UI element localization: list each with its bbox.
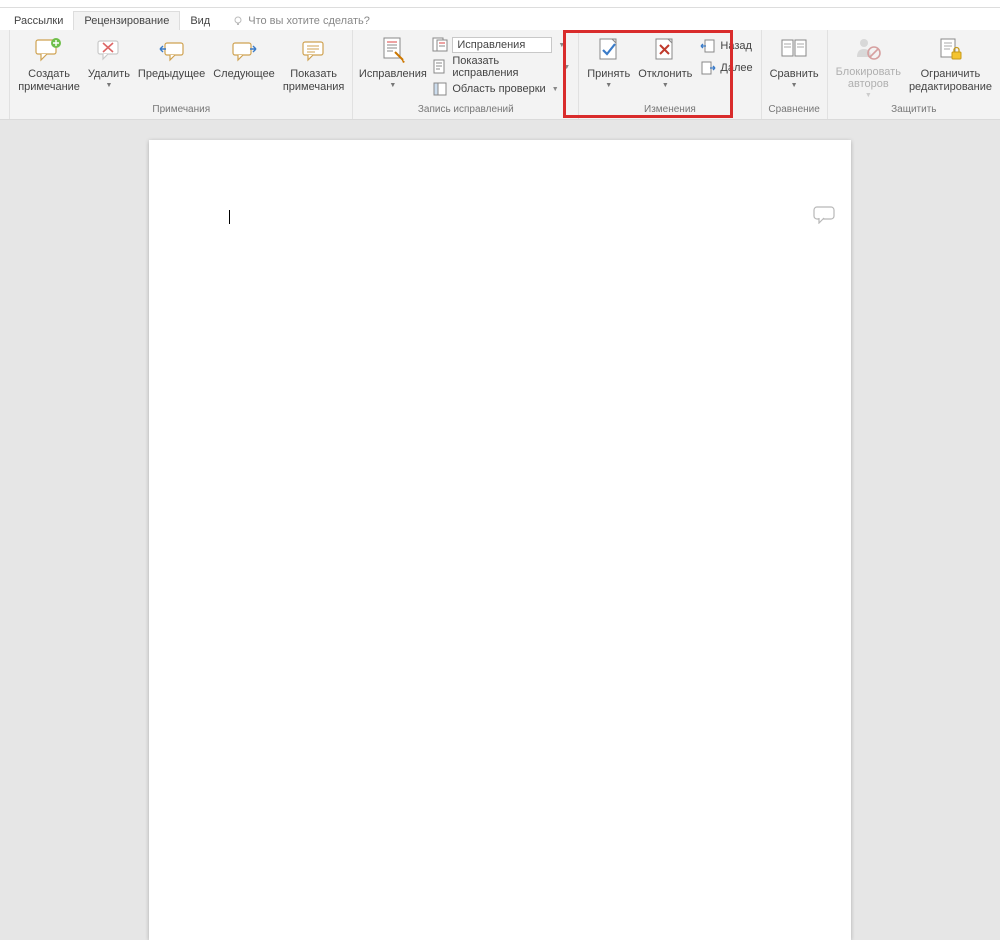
reject-icon [652, 34, 678, 66]
reject-label: Отклонить [638, 68, 692, 81]
delete-comment-button[interactable]: Удалить ▼ [84, 32, 134, 102]
tab-view[interactable]: Вид [180, 12, 220, 30]
display-for-review-dropdown[interactable]: Исправления ▼ [430, 35, 572, 55]
tab-review[interactable]: Рецензирование [73, 11, 180, 30]
chevron-down-icon: ▼ [791, 82, 798, 90]
previous-change-icon [700, 38, 716, 54]
group-changes-label: Изменения [583, 104, 756, 117]
chevron-down-icon: ▼ [558, 42, 565, 49]
group-comments: Создать примечание Удалить ▼ Предыдущее [10, 30, 353, 119]
reject-button[interactable]: Отклонить ▼ [634, 32, 696, 102]
block-authors-label: Блокировать авторов [836, 66, 901, 91]
accept-label: Принять [587, 68, 630, 81]
block-authors-button: Блокировать авторов ▼ [832, 32, 905, 102]
group-leading-cut [0, 30, 10, 119]
compare-button[interactable]: Сравнить ▼ [766, 32, 823, 102]
restrict-editing-button[interactable]: Ограничить редактирование [905, 32, 996, 102]
previous-change-button[interactable]: Назад [698, 36, 754, 56]
reviewing-pane-label: Область проверки [452, 83, 545, 95]
reviewing-pane-icon [432, 81, 448, 97]
group-changes: Принять ▼ Отклонить ▼ Назад [579, 30, 761, 119]
show-markup-icon [432, 59, 448, 75]
ribbon-tabs: Рассылки Рецензирование Вид Что вы хотит… [0, 8, 1000, 30]
block-authors-icon [854, 34, 882, 64]
next-comment-icon [230, 34, 258, 66]
group-compare-label: Сравнение [766, 104, 823, 117]
reviewing-pane-dropdown[interactable]: Область проверки ▼ [430, 79, 572, 99]
previous-comment-icon [158, 34, 186, 66]
chevron-down-icon: ▼ [105, 82, 112, 90]
show-comments-icon [300, 34, 328, 66]
title-bar [0, 0, 1000, 8]
restrict-editing-icon [936, 34, 964, 66]
next-change-label: Далее [720, 62, 752, 74]
group-comments-label: Примечания [14, 104, 348, 117]
track-changes-label: Исправления [359, 68, 427, 81]
display-mode-icon [432, 37, 448, 53]
tell-me-search[interactable]: Что вы хотите сделать? [220, 12, 380, 30]
next-change-icon [700, 60, 716, 76]
ribbon: Создать примечание Удалить ▼ Предыдущее [0, 30, 1000, 120]
show-comments-label: Показать примечания [283, 68, 345, 93]
track-changes-icon [379, 34, 407, 66]
track-changes-button[interactable]: Исправления ▼ [357, 32, 428, 102]
compare-label: Сравнить [770, 68, 819, 81]
new-comment-label: Создать примечание [18, 68, 80, 93]
comment-indicator-icon[interactable] [813, 206, 835, 224]
tab-mailings[interactable]: Рассылки [4, 12, 73, 30]
tell-me-label: Что вы хотите сделать? [248, 15, 370, 27]
next-change-button[interactable]: Далее [698, 58, 754, 78]
display-mode-label: Исправления [452, 37, 552, 53]
previous-comment-button[interactable]: Предыдущее [134, 32, 209, 102]
show-markup-label: Показать исправления [452, 55, 557, 79]
document-page[interactable] [149, 140, 851, 940]
delete-comment-label: Удалить [88, 68, 130, 81]
restrict-editing-label: Ограничить редактирование [909, 68, 992, 93]
show-markup-dropdown[interactable]: Показать исправления ▼ [430, 57, 572, 77]
new-comment-icon [35, 34, 63, 66]
chevron-down-icon: ▼ [389, 82, 396, 90]
group-protect-label: Защитить [832, 104, 996, 117]
new-comment-button[interactable]: Создать примечание [14, 32, 84, 102]
chevron-down-icon: ▼ [552, 86, 559, 93]
text-cursor [229, 210, 230, 224]
group-compare: Сравнить ▼ Сравнение [762, 30, 828, 119]
previous-comment-label: Предыдущее [138, 68, 205, 81]
accept-icon [596, 34, 622, 66]
chevron-down-icon: ▼ [865, 92, 872, 100]
show-comments-button[interactable]: Показать примечания [279, 32, 349, 102]
next-comment-button[interactable]: Следующее [209, 32, 279, 102]
delete-comment-icon [95, 34, 123, 66]
lightbulb-icon [232, 15, 244, 27]
group-tracking-label: Запись исправлений [357, 104, 574, 117]
chevron-down-icon: ▼ [662, 82, 669, 90]
next-comment-label: Следующее [213, 68, 275, 81]
previous-change-label: Назад [720, 40, 752, 52]
chevron-down-icon: ▼ [563, 64, 570, 71]
group-protect: Блокировать авторов ▼ Ограничить редакти… [828, 30, 1000, 119]
accept-button[interactable]: Принять ▼ [583, 32, 634, 102]
compare-icon [780, 34, 808, 66]
chevron-down-icon: ▼ [605, 82, 612, 90]
group-tracking: Исправления ▼ Исправления ▼ Показать исп… [353, 30, 579, 119]
document-workspace [0, 120, 1000, 866]
